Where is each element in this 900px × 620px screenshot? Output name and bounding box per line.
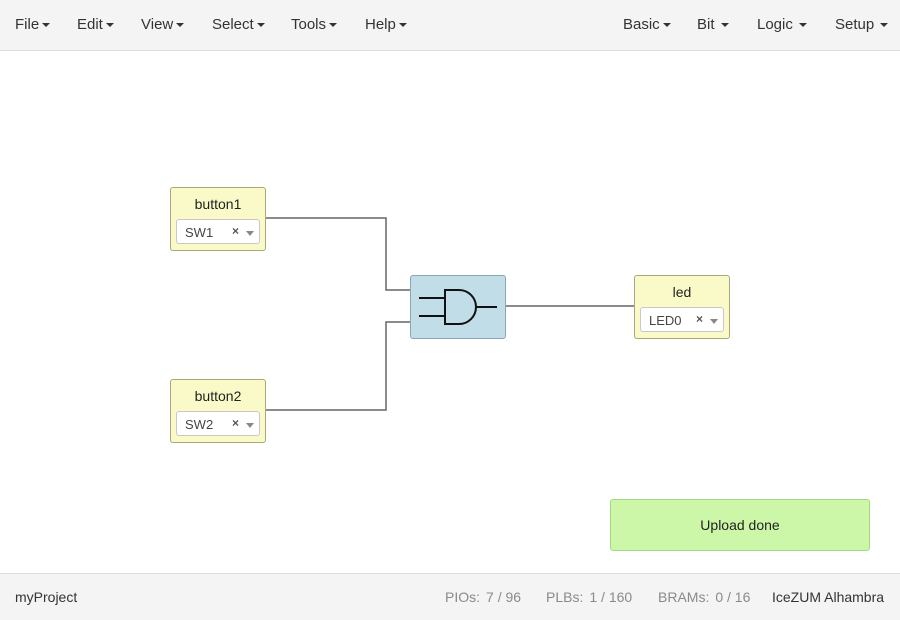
menu-setup-label: Setup [835, 16, 875, 33]
caret-down-icon [176, 23, 185, 28]
dropdown-arrow-icon[interactable] [246, 231, 254, 236]
output-block-led[interactable]: led LED0 × [634, 275, 730, 339]
menu-select-label: Select [212, 16, 254, 33]
upload-notification[interactable]: Upload done [610, 499, 870, 551]
menu-logic[interactable]: Logic [757, 0, 807, 50]
menu-tools[interactable]: Tools [291, 0, 338, 50]
menu-tools-label: Tools [291, 16, 327, 33]
caret-down-icon [720, 23, 729, 28]
menu-help[interactable]: Help [365, 0, 407, 50]
clear-icon[interactable]: × [232, 224, 239, 238]
pin-select[interactable]: SW1 × [176, 219, 260, 244]
caret-down-icon [662, 23, 671, 28]
status-bar: myProject PIOs: 7 / 96 PLBs: 1 / 160 BRAMs… [0, 573, 900, 620]
stat-plbs: PLBs: 1 / 160 [546, 574, 632, 620]
stat-value: 0 / 16 [715, 589, 751, 605]
menu-basic-label: Basic [623, 16, 660, 33]
pin-value: SW2 [185, 417, 214, 432]
stat-label: BRAMs: [658, 589, 710, 605]
menu-select[interactable]: Select [212, 0, 265, 50]
stat-brams: BRAMs: 0 / 16 [658, 574, 750, 620]
menu-edit[interactable]: Edit [77, 0, 114, 50]
stat-value: 1 / 160 [589, 589, 633, 605]
board-name[interactable]: IceZUM Alhambra [772, 574, 884, 620]
menu-bit[interactable]: Bit [697, 0, 729, 50]
menu-edit-label: Edit [77, 16, 103, 33]
design-canvas[interactable]: button1 SW1 × button2 SW2 × led LED0 × [0, 51, 900, 573]
pin-value: LED0 [649, 313, 682, 328]
menu-help-label: Help [365, 16, 396, 33]
input-block-button2[interactable]: button2 SW2 × [170, 379, 266, 443]
caret-down-icon [256, 23, 265, 28]
menu-view[interactable]: View [141, 0, 185, 50]
clear-icon[interactable]: × [696, 312, 703, 326]
menu-logic-label: Logic [757, 16, 793, 33]
wire-button1-to-and[interactable] [266, 217, 410, 291]
caret-down-icon [42, 23, 51, 28]
stat-label: PIOs: [445, 589, 481, 605]
caret-down-icon [880, 23, 889, 28]
menu-basic[interactable]: Basic [623, 0, 671, 50]
input-block-button1[interactable]: button1 SW1 × [170, 187, 266, 251]
menu-setup[interactable]: Setup [835, 0, 889, 50]
block-title: button1 [194, 196, 242, 212]
and-gate-block[interactable] [410, 275, 506, 339]
clear-icon[interactable]: × [232, 416, 239, 430]
block-title: led [672, 284, 692, 300]
menu-file[interactable]: File [15, 0, 51, 50]
menu-bit-label: Bit [697, 16, 715, 33]
caret-down-icon [105, 23, 114, 28]
caret-down-icon [798, 23, 807, 28]
caret-down-icon [329, 23, 338, 28]
pin-value: SW1 [185, 225, 214, 240]
stat-value: 7 / 96 [486, 589, 522, 605]
stat-label: PLBs: [546, 589, 584, 605]
caret-down-icon [398, 23, 407, 28]
and-gate-icon [419, 289, 497, 325]
menu-view-label: View [141, 16, 174, 33]
pin-select[interactable]: LED0 × [640, 307, 724, 332]
pin-select[interactable]: SW2 × [176, 411, 260, 436]
block-title: button2 [194, 388, 242, 404]
menu-file-label: File [15, 16, 40, 33]
dropdown-arrow-icon[interactable] [246, 423, 254, 428]
project-name: myProject [15, 589, 78, 605]
dropdown-arrow-icon[interactable] [710, 319, 718, 324]
menu-bar: File Edit View Select Tools Help Basic B… [0, 0, 900, 51]
stat-pios: PIOs: 7 / 96 [445, 574, 521, 620]
wire-button2-to-and[interactable] [266, 321, 410, 411]
